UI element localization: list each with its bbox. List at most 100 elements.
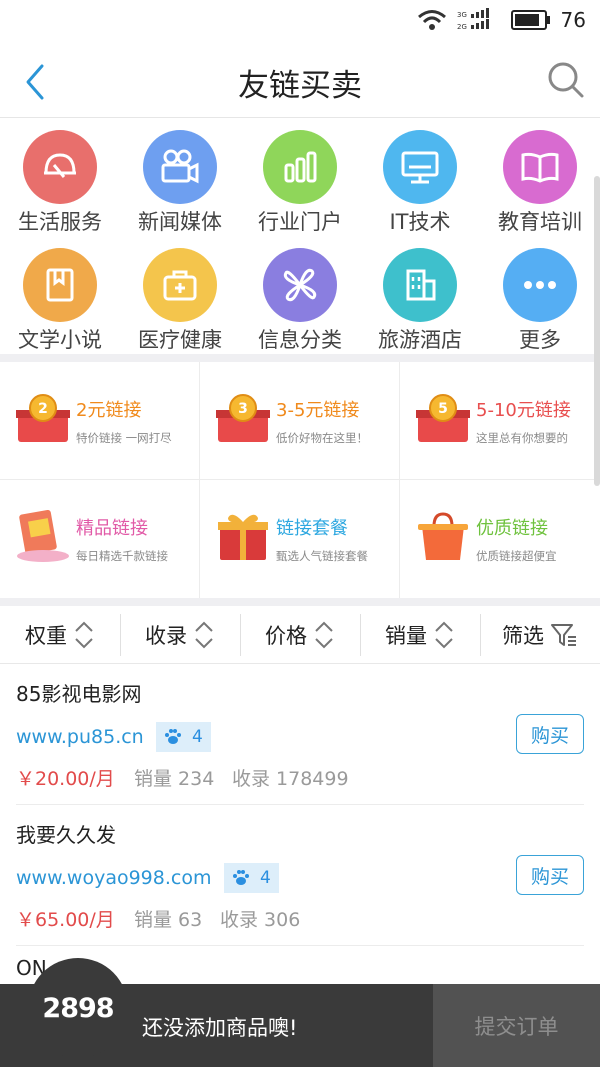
listing-price: ￥20.00/月: [16, 768, 115, 790]
weight-badge: 4: [224, 863, 279, 893]
category-label: 更多: [519, 328, 561, 352]
category-label: 医疗健康: [138, 328, 222, 352]
section-divider: [0, 354, 600, 362]
promo-title: 优质链接: [476, 518, 548, 539]
cart-logo[interactable]: 2898: [28, 958, 128, 1058]
book-icon: [503, 130, 577, 204]
scrollbar[interactable]: [594, 176, 600, 486]
weight-value: 4: [192, 727, 203, 747]
category-label: 生活服务: [18, 210, 102, 234]
promo-subtitle: 甄选人气链接套餐: [276, 549, 368, 563]
buy-button[interactable]: 购买: [516, 855, 584, 895]
category-classifieds[interactable]: 信息分类: [240, 236, 360, 354]
promo-grid: 2 2元链接 特价链接 一网打尽 3 3-5元链接 低价好物在这里！ 5 5-1…: [0, 362, 600, 598]
notebook-icon: [23, 248, 97, 322]
sort-bar: 权重 收录 价格 销量 筛选: [0, 606, 600, 664]
svg-text:3G: 3G: [457, 11, 467, 19]
promo-subtitle: 每日精选千款链接: [76, 549, 168, 563]
section-divider: [0, 598, 600, 606]
sort-sales[interactable]: 销量: [360, 606, 480, 664]
clover-icon: [263, 248, 337, 322]
promo-subtitle: 优质链接超便宜: [476, 549, 557, 563]
promo-subtitle: 低价好物在这里！: [276, 431, 368, 445]
gift-box-icon: 2: [16, 394, 70, 442]
category-grid: 生活服务 新闻媒体 行业门户 IT技术 教育培训 文学小说 医疗健康 信息分类 …: [0, 118, 600, 354]
list-item[interactable]: 85影视电影网 www.pu85.cn 4 ￥20.00/月 销量 234 收录…: [16, 664, 584, 805]
promo-premium[interactable]: 精品链接 每日精选千款链接: [0, 480, 200, 598]
promo-title: 链接套餐: [276, 518, 348, 539]
svg-text:2G: 2G: [457, 23, 467, 31]
listing-list: 85影视电影网 www.pu85.cn 4 ￥20.00/月 销量 234 收录…: [0, 664, 600, 946]
gift-card-icon: [17, 510, 69, 562]
promo-title: 3-5元链接: [276, 400, 360, 421]
list-item[interactable]: 我要久久发 www.woyao998.com 4 ￥65.00/月 销量 63 …: [16, 805, 584, 946]
promo-subtitle: 特价链接 一网打尽: [76, 431, 172, 445]
category-label: IT技术: [389, 210, 451, 234]
category-it-tech[interactable]: IT技术: [360, 118, 480, 236]
sort-label: 权重: [25, 624, 67, 648]
nav-bar: 友链买卖: [0, 44, 600, 118]
sort-filter[interactable]: 筛选: [480, 606, 600, 664]
weight-value: 4: [260, 868, 271, 888]
listing-url[interactable]: www.woyao998.com: [16, 867, 211, 889]
promo-title: 5-10元链接: [476, 400, 571, 421]
more-icon: [503, 248, 577, 322]
video-camera-icon: [143, 130, 217, 204]
category-more[interactable]: 更多: [480, 236, 600, 354]
promo-bundle[interactable]: 链接套餐 甄选人气链接套餐: [200, 480, 400, 598]
battery-percent: 76: [560, 8, 586, 32]
category-news-media[interactable]: 新闻媒体: [120, 118, 240, 236]
category-travel-hotel[interactable]: 旅游酒店: [360, 236, 480, 354]
promo-2yuan[interactable]: 2 2元链接 特价链接 一网打尽: [0, 362, 200, 480]
promo-5-10yuan[interactable]: 5 5-10元链接 这里总有你想要的: [400, 362, 600, 480]
paw-icon: [165, 729, 181, 744]
category-label: 旅游酒店: [378, 328, 462, 352]
sort-label: 价格: [265, 624, 307, 648]
buy-button[interactable]: 购买: [516, 714, 584, 754]
category-label: 新闻媒体: [138, 210, 222, 234]
category-label: 行业门户: [258, 210, 342, 234]
sort-label: 销量: [385, 624, 427, 648]
listing-sales: 销量 63: [134, 909, 203, 931]
weight-badge: 4: [156, 722, 211, 752]
sort-label: 收录: [145, 624, 187, 648]
monitor-icon: [383, 130, 457, 204]
listing-url[interactable]: www.pu85.cn: [16, 726, 144, 748]
paw-icon: [233, 870, 249, 885]
category-literature[interactable]: 文学小说: [0, 236, 120, 354]
battery-icon: [510, 10, 550, 30]
category-education[interactable]: 教育培训: [480, 118, 600, 236]
category-label: 信息分类: [258, 328, 342, 352]
promo-title: 精品链接: [76, 518, 148, 539]
listing-indexed: 收录 178499: [232, 768, 349, 790]
listing-sales: 销量 234: [134, 768, 215, 790]
wifi-icon: [417, 10, 446, 30]
listing-name: 我要久久发: [16, 823, 116, 847]
submit-order-button[interactable]: 提交订单: [433, 984, 600, 1067]
promo-quality[interactable]: 优质链接 优质链接超便宜: [400, 480, 600, 598]
sort-indexed[interactable]: 收录: [120, 606, 240, 664]
category-lifestyle[interactable]: 生活服务: [0, 118, 120, 236]
cellular-signal-icon: 3G 2G: [457, 8, 489, 31]
search-icon[interactable]: [546, 60, 586, 100]
sort-updown-icon: [195, 621, 213, 649]
sort-weight[interactable]: 权重: [0, 606, 120, 664]
present-icon: [218, 514, 268, 560]
gift-box-icon: 5: [416, 394, 470, 442]
category-industry-portal[interactable]: 行业门户: [240, 118, 360, 236]
sort-updown-icon: [435, 621, 453, 649]
promo-3-5yuan[interactable]: 3 3-5元链接 低价好物在这里！: [200, 362, 400, 480]
category-medical-health[interactable]: 医疗健康: [120, 236, 240, 354]
promo-title: 2元链接: [76, 400, 142, 421]
listing-indexed: 收录 306: [220, 909, 301, 931]
building-icon: [383, 248, 457, 322]
bar-chart-icon: [263, 130, 337, 204]
sort-label: 筛选: [502, 624, 544, 648]
sort-updown-icon: [315, 621, 333, 649]
category-label: 文学小说: [18, 328, 102, 352]
sort-price[interactable]: 价格: [240, 606, 360, 664]
category-label: 教育培训: [498, 210, 582, 234]
cart-empty-message: 还没添加商品噢!: [142, 1016, 298, 1040]
promo-badge-number: 2: [38, 401, 48, 417]
listing-name: 85影视电影网: [16, 682, 142, 706]
